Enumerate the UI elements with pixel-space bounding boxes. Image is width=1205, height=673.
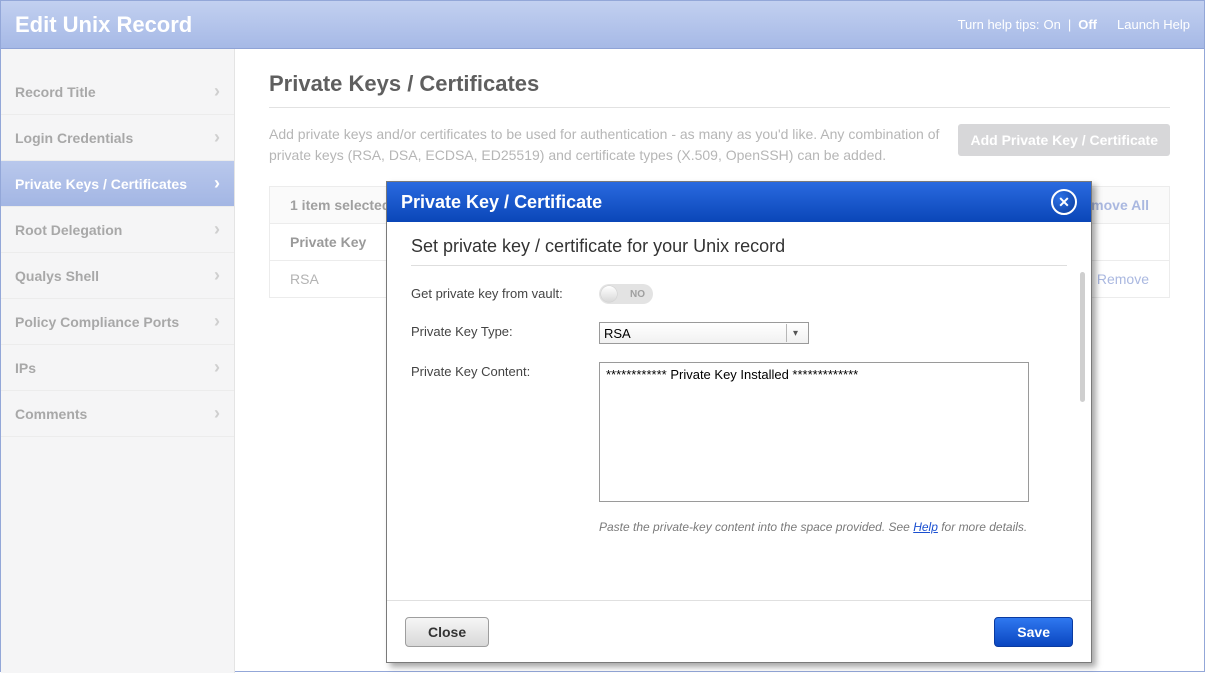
hint-post: for more details.	[938, 520, 1027, 534]
header-bar: Edit Unix Record Turn help tips: On | Of…	[1, 1, 1204, 49]
modal-subhead: Set private key / certificate for your U…	[411, 236, 1067, 266]
form-row-content: Private Key Content:	[411, 362, 1067, 502]
modal-title: Private Key / Certificate	[401, 192, 602, 213]
content-label: Private Key Content:	[411, 362, 599, 379]
close-button[interactable]: Close	[405, 617, 489, 647]
chevron-right-icon: ›	[214, 403, 220, 424]
save-button[interactable]: Save	[994, 617, 1073, 647]
help-link[interactable]: Help	[913, 520, 938, 534]
hint-pre: Paste the private-key content into the s…	[599, 520, 913, 534]
sidebar-item-label: IPs	[15, 360, 36, 376]
help-tips-label: Turn help tips:	[958, 17, 1040, 32]
sidebar-item-label: Private Keys / Certificates	[15, 176, 187, 192]
sidebar-item-root-delegation[interactable]: Root Delegation ›	[1, 207, 234, 253]
separator: |	[1068, 17, 1071, 32]
sidebar-item-private-keys[interactable]: Private Keys / Certificates ›	[1, 161, 234, 207]
scrollbar[interactable]	[1080, 272, 1085, 402]
help-tips-off[interactable]: Off	[1078, 17, 1097, 32]
private-key-modal: Private Key / Certificate ✕ Set private …	[386, 181, 1092, 663]
chevron-right-icon: ›	[214, 311, 220, 332]
sidebar-item-record-title[interactable]: Record Title ›	[1, 69, 234, 115]
sidebar-item-label: Root Delegation	[15, 222, 122, 238]
chevron-right-icon: ›	[214, 265, 220, 286]
section-title: Private Keys / Certificates	[269, 71, 1170, 108]
key-type-value: RSA	[290, 271, 319, 287]
items-selected-label: 1 item selected	[290, 197, 390, 213]
modal-body: Set private key / certificate for your U…	[387, 222, 1091, 600]
chevron-right-icon: ›	[214, 173, 220, 194]
chevron-down-icon: ▾	[786, 324, 804, 342]
sidebar-item-label: Qualys Shell	[15, 268, 99, 284]
sidebar-item-comments[interactable]: Comments ›	[1, 391, 234, 437]
description-row: Add private keys and/or certificates to …	[269, 124, 1170, 166]
sidebar-item-qualys-shell[interactable]: Qualys Shell ›	[1, 253, 234, 299]
toggle-no-label: NO	[630, 289, 645, 300]
sidebar-item-label: Policy Compliance Ports	[15, 314, 179, 330]
remove-link[interactable]: Remove	[1097, 271, 1149, 287]
form-row-vault: Get private key from vault: NO	[411, 284, 1067, 304]
select-value: RSA	[604, 326, 631, 341]
vault-label: Get private key from vault:	[411, 284, 599, 301]
column-header: Private Key	[290, 234, 366, 250]
type-label: Private Key Type:	[411, 322, 599, 339]
page-title: Edit Unix Record	[15, 12, 192, 38]
sidebar-item-policy-compliance-ports[interactable]: Policy Compliance Ports ›	[1, 299, 234, 345]
sidebar-item-label: Comments	[15, 406, 87, 422]
chevron-right-icon: ›	[214, 127, 220, 148]
modal-footer: Close Save	[387, 600, 1091, 662]
form-row-type: Private Key Type: RSA ▾	[411, 322, 1067, 344]
header-help-controls: Turn help tips: On | Off Launch Help	[958, 17, 1190, 32]
add-private-key-button[interactable]: Add Private Key / Certificate	[958, 124, 1170, 156]
close-icon[interactable]: ✕	[1051, 189, 1077, 215]
content-hint: Paste the private-key content into the s…	[599, 520, 1067, 534]
chevron-right-icon: ›	[214, 219, 220, 240]
help-tips-on[interactable]: On	[1043, 17, 1060, 32]
chevron-right-icon: ›	[214, 81, 220, 102]
toggle-knob	[601, 286, 617, 302]
sidebar: Record Title › Login Credentials › Priva…	[1, 49, 235, 673]
key-type-select[interactable]: RSA ▾	[599, 322, 809, 344]
vault-toggle[interactable]: NO	[599, 284, 653, 304]
key-content-textarea[interactable]	[599, 362, 1029, 502]
sidebar-item-label: Login Credentials	[15, 130, 133, 146]
sidebar-item-login-credentials[interactable]: Login Credentials ›	[1, 115, 234, 161]
sidebar-item-label: Record Title	[15, 84, 96, 100]
launch-help-link[interactable]: Launch Help	[1117, 17, 1190, 32]
section-description: Add private keys and/or certificates to …	[269, 124, 946, 166]
sidebar-item-ips[interactable]: IPs ›	[1, 345, 234, 391]
chevron-right-icon: ›	[214, 357, 220, 378]
modal-header: Private Key / Certificate ✕	[387, 182, 1091, 222]
